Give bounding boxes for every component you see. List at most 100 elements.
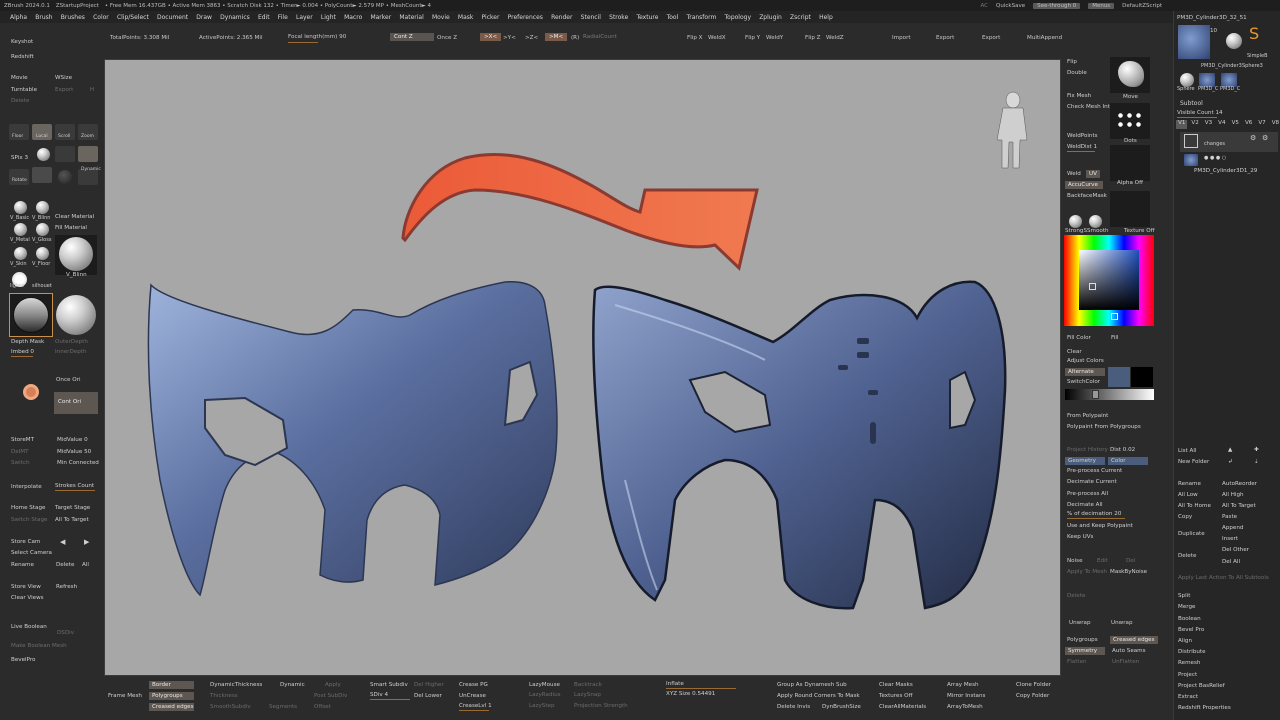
move-brush-thumb[interactable] [1110, 57, 1150, 93]
clear-all-materials-button[interactable]: ClearAllMaterials [879, 704, 926, 710]
menu-alpha[interactable]: Alpha [10, 14, 27, 21]
symmetry-uv-button[interactable]: Symmetry [1065, 647, 1105, 655]
menus-button[interactable]: Menus [1088, 2, 1115, 9]
radial-count-slider[interactable]: RadialCount [583, 34, 617, 40]
extract-section[interactable]: Extract [1178, 694, 1198, 700]
subtool-item-name[interactable]: PM3D_Cylinder3D1_29 [1194, 168, 1257, 174]
thickness-slider[interactable]: Thickness [210, 693, 238, 699]
gizmo-icon[interactable] [23, 384, 39, 400]
sphere3-thumb[interactable] [1226, 33, 1242, 49]
clone-folder-button[interactable]: Clone Folder [1016, 682, 1051, 688]
material-skin-icon[interactable] [14, 247, 27, 260]
fill-material-button[interactable]: Fill Material [55, 225, 87, 231]
vset-tab-v5[interactable]: V5 [1230, 120, 1241, 129]
wsize-button[interactable]: WSize [55, 75, 72, 81]
arrow-up-icon[interactable]: ▲ [1228, 447, 1232, 453]
autoreorder-button[interactable]: AutoReorder [1222, 481, 1257, 487]
subtool-item-thumb[interactable] [1184, 154, 1198, 166]
color-project-button[interactable]: Color [1108, 457, 1148, 465]
duplicate-subtool-button[interactable]: Duplicate [1178, 531, 1205, 537]
crease-level-slider[interactable]: CreaseLvl 1 [459, 703, 492, 709]
alpha-preview-sphere[interactable] [56, 295, 96, 335]
unwrap-all-button[interactable]: Unwrap [1111, 620, 1133, 626]
bevelpro-button[interactable]: BevelPro [11, 657, 35, 663]
all-high-button[interactable]: All High [1222, 492, 1244, 498]
inflate-slider[interactable]: Inflate [666, 681, 684, 687]
delete-movie-button[interactable]: Delete [11, 98, 29, 104]
inner-depth-slider[interactable]: InnerDepth [55, 349, 87, 355]
uncrease-button[interactable]: UnCrease [459, 693, 486, 699]
subtool-folder-row[interactable]: changes ⚙ ⚙ [1180, 132, 1278, 152]
vset-tab-v8[interactable]: V8 [1270, 120, 1280, 129]
dynbrushsize-button[interactable]: DynBrushSize [822, 704, 861, 710]
menu-mask[interactable]: Mask [458, 14, 473, 21]
material-floor-icon[interactable] [36, 247, 49, 260]
cont-ori-button[interactable]: Cont Ori [54, 392, 98, 414]
fill-color-button[interactable]: Fill Color [1067, 335, 1091, 341]
noise-button[interactable]: Noise [1067, 558, 1083, 564]
make-boolean-mesh-button[interactable]: Make Boolean Mesh [11, 643, 67, 649]
vset-tab-v3[interactable]: V3 [1203, 120, 1214, 129]
menu-zplugin[interactable]: Zplugin [759, 14, 782, 21]
smooth-brush-icon[interactable] [1069, 215, 1082, 228]
once-ori-button[interactable]: Once Ori [56, 377, 81, 383]
focal-length-slider[interactable]: Focal length(mm) 90 [288, 34, 346, 40]
gear-icon-2[interactable]: ⚙ [1262, 134, 1268, 142]
clear-views-button[interactable]: Clear Views [11, 595, 44, 601]
delete-noise-button[interactable]: Delete [1067, 593, 1085, 599]
append-subtool-button[interactable]: Append [1222, 525, 1243, 531]
distribute-section[interactable]: Distribute [1178, 649, 1206, 655]
check-mesh-button[interactable]: Check Mesh Int [1067, 104, 1110, 110]
menu-picker[interactable]: Picker [482, 14, 500, 21]
material-basic-icon[interactable] [14, 201, 27, 214]
offset-slider[interactable]: Offset [314, 704, 331, 710]
polypaint-from-polygroups-button[interactable]: Polypaint From Polygroups [1067, 424, 1141, 430]
all-to-target-button[interactable]: All To Target [55, 517, 89, 523]
menu-dynamics[interactable]: Dynamics [220, 14, 250, 21]
radial-r-button[interactable]: (R) [571, 35, 579, 41]
live-boolean-button[interactable]: Live Boolean [11, 624, 47, 630]
lazy-radius-slider[interactable]: LazyRadius [529, 692, 561, 698]
border-button[interactable]: Border [149, 681, 194, 689]
menu-stencil[interactable]: Stencil [581, 14, 601, 21]
accucurve-button[interactable]: AccuCurve [1065, 181, 1103, 189]
lazymouse-button[interactable]: LazyMouse [529, 682, 560, 688]
transp-icon[interactable] [32, 167, 52, 183]
menu-macro[interactable]: Macro [344, 14, 362, 21]
material-blinn-icon[interactable] [36, 201, 49, 214]
del-noise-button[interactable]: Del [1126, 558, 1135, 564]
store-mt-button[interactable]: StoreMT [11, 437, 34, 443]
lazy-step-slider[interactable]: LazyStep [529, 703, 555, 709]
menu-zscript[interactable]: Zscript [790, 14, 811, 21]
vset-tab-v2[interactable]: V2 [1189, 120, 1200, 129]
weld-z-button[interactable]: WeldZ [826, 35, 844, 41]
vset-tab-v7[interactable]: V7 [1256, 120, 1267, 129]
strokes-count-slider[interactable]: Strokes Count [55, 483, 94, 489]
store-view-button[interactable]: Store View [11, 584, 41, 590]
copy-folder-button[interactable]: Copy Folder [1016, 693, 1049, 699]
preprocess-all-button[interactable]: Pre-process All [1067, 491, 1108, 497]
unflatten-button[interactable]: UnFlatten [1112, 659, 1139, 665]
flip-button[interactable]: Flip [1067, 59, 1077, 65]
h-button[interactable]: H [90, 87, 94, 93]
sdiv-slider[interactable]: SDiv 4 [370, 692, 388, 698]
align-section[interactable]: Align [1178, 638, 1192, 644]
vset-tab-v1[interactable]: V1 [1176, 120, 1188, 129]
auto-seams-button[interactable]: Auto Seams [1112, 648, 1146, 654]
menu-texture[interactable]: Texture [636, 14, 658, 21]
all-to-home-button[interactable]: All To Home [1178, 503, 1211, 509]
flip-z-button[interactable]: Flip Z [805, 35, 821, 41]
pm3d-thumb-2[interactable] [1221, 73, 1237, 87]
vset-tab-v6[interactable]: V6 [1243, 120, 1254, 129]
depth-mask-button[interactable]: Depth Mask [11, 339, 44, 345]
dynamic-thickness-slider[interactable]: DynamicThickness [210, 682, 262, 688]
menu-movie[interactable]: Movie [432, 14, 450, 21]
rename-camera-button[interactable]: Rename [11, 562, 34, 568]
ac-button[interactable]: AC [981, 3, 989, 9]
store-cam-button[interactable]: Store Cam [11, 539, 40, 545]
dynamic-subdiv-button[interactable]: Dynamic [280, 682, 305, 688]
see-through-slider[interactable]: See-through 0 [1033, 2, 1081, 9]
edit-noise-button[interactable]: Edit [1097, 558, 1108, 564]
clear-material-button[interactable]: Clear Material [55, 214, 94, 220]
decimate-current-button[interactable]: Decimate Current [1067, 479, 1117, 485]
